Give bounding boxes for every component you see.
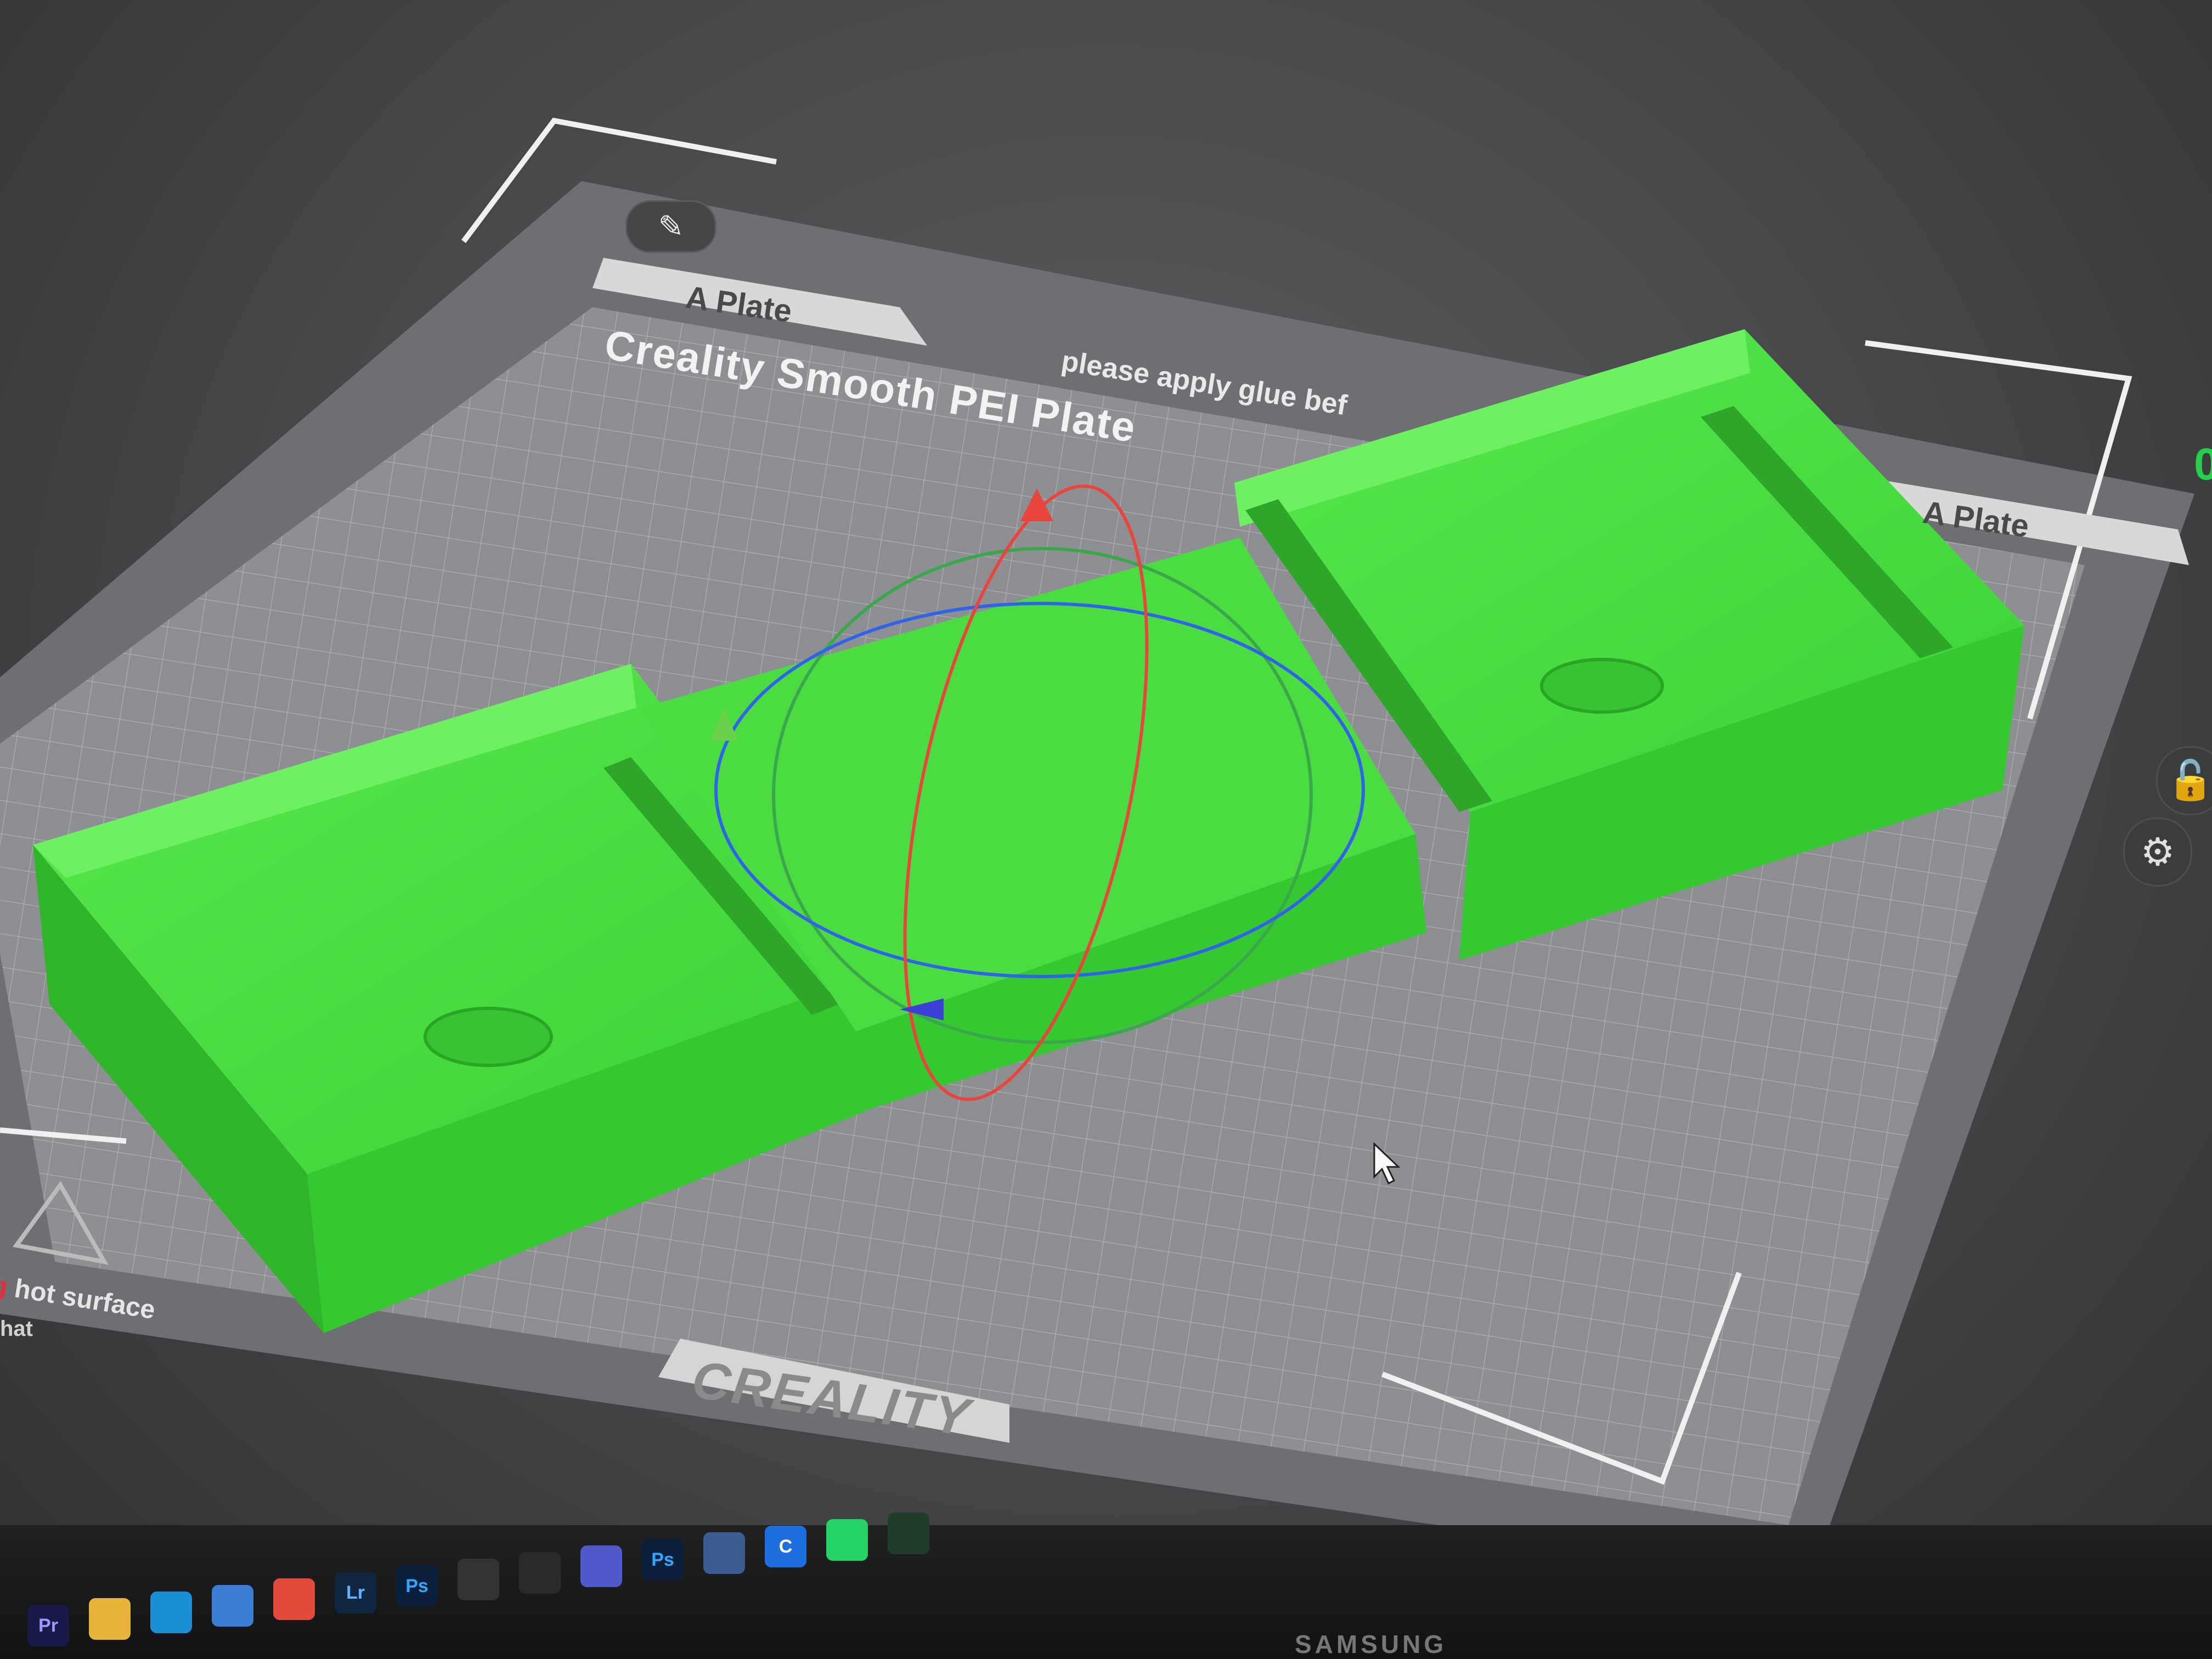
taskbar-lr-icon[interactable]: Lr (335, 1572, 376, 1613)
taskbar-chrome-icon[interactable] (273, 1578, 315, 1620)
hat-label: hat (0, 1317, 33, 1341)
monitor-brand: SAMSUNG (1295, 1630, 1447, 1658)
edit-plate-button[interactable]: ✎ (625, 200, 716, 253)
taskbar-ps-icon[interactable]: Ps (642, 1539, 684, 1581)
slicer-screen: ✎ A Plate A Plate Creality Smooth PEI Pl… (0, 0, 2212, 1659)
pencil-icon: ✎ (658, 209, 684, 244)
taskbar-ps-icon[interactable]: Ps (396, 1565, 438, 1607)
taskbar-edge-icon[interactable] (150, 1592, 192, 1633)
gear-icon: ⚙ (2140, 831, 2175, 873)
taskbar-obs-icon[interactable] (519, 1552, 561, 1594)
taskbar-whatsapp-icon[interactable] (826, 1519, 868, 1561)
taskbar-store-icon[interactable] (212, 1585, 253, 1627)
lock-icon: 🔓 (2166, 759, 2212, 802)
taskbar-c-icon[interactable]: C (765, 1526, 806, 1567)
taskbar-folder-icon[interactable] (89, 1598, 131, 1640)
settings-button[interactable]: ⚙ (2123, 817, 2192, 887)
taskbar-slicer-icon[interactable] (888, 1513, 929, 1554)
taskbar-pr-icon[interactable]: Pr (27, 1605, 69, 1646)
lock-button[interactable]: 🔓 (2156, 746, 2212, 815)
windows-taskbar (0, 1525, 2212, 1659)
taskbar-teams-icon[interactable] (580, 1545, 622, 1587)
taskbar-unity-icon[interactable] (458, 1559, 499, 1600)
build-plate-viewport[interactable] (0, 0, 2212, 1659)
status-counter: 0: (2194, 439, 2212, 489)
taskbar-calc-icon[interactable] (703, 1532, 745, 1574)
hot-surface-prefix: ng (0, 1267, 10, 1302)
